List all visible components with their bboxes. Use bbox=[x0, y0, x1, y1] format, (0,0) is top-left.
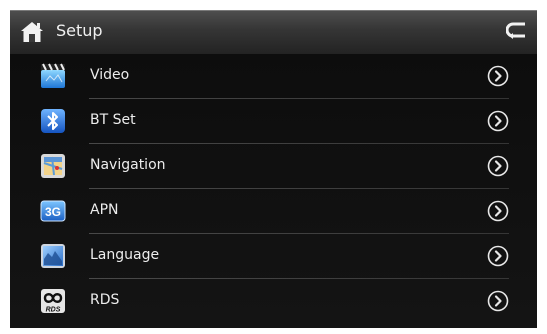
menu-item-label: Video bbox=[90, 67, 130, 83]
setup-screen: Setup Video BT Set Navigation 3G APN Lan… bbox=[10, 10, 537, 328]
home-icon[interactable] bbox=[20, 20, 44, 44]
menu-item-rds[interactable]: RDS RDS bbox=[10, 279, 537, 324]
3g-icon: 3G bbox=[40, 200, 66, 222]
svg-text:RDS: RDS bbox=[46, 307, 61, 314]
navigation-icon bbox=[41, 154, 65, 178]
menu-item-navigation[interactable]: Navigation bbox=[10, 144, 537, 189]
chevron-right-icon[interactable] bbox=[487, 290, 509, 312]
language-icon bbox=[41, 244, 65, 268]
bluetooth-icon bbox=[41, 109, 65, 133]
menu-item-language[interactable]: Language bbox=[10, 234, 537, 279]
title-bar: Setup bbox=[10, 10, 537, 54]
menu-item-label: Language bbox=[90, 247, 160, 263]
setup-menu-list: Video BT Set Navigation 3G APN Language … bbox=[10, 54, 537, 328]
page-title: Setup bbox=[56, 21, 103, 40]
menu-item-label: BT Set bbox=[90, 112, 136, 128]
chevron-right-icon[interactable] bbox=[487, 245, 509, 267]
menu-item-video[interactable]: Video bbox=[10, 54, 537, 99]
menu-item-apn[interactable]: 3G APN bbox=[10, 189, 537, 234]
menu-item-label: RDS bbox=[90, 292, 120, 308]
chevron-right-icon[interactable] bbox=[487, 65, 509, 87]
rds-icon: RDS bbox=[41, 289, 65, 314]
menu-item-bt-set[interactable]: BT Set bbox=[10, 99, 537, 144]
menu-item-label: Navigation bbox=[90, 157, 166, 173]
chevron-right-icon[interactable] bbox=[487, 200, 509, 222]
svg-text:3G: 3G bbox=[45, 205, 61, 219]
menu-item-label: APN bbox=[90, 202, 119, 218]
chevron-right-icon[interactable] bbox=[487, 155, 509, 177]
chevron-right-icon[interactable] bbox=[487, 110, 509, 132]
video-icon bbox=[41, 63, 65, 88]
back-icon[interactable] bbox=[506, 20, 528, 42]
